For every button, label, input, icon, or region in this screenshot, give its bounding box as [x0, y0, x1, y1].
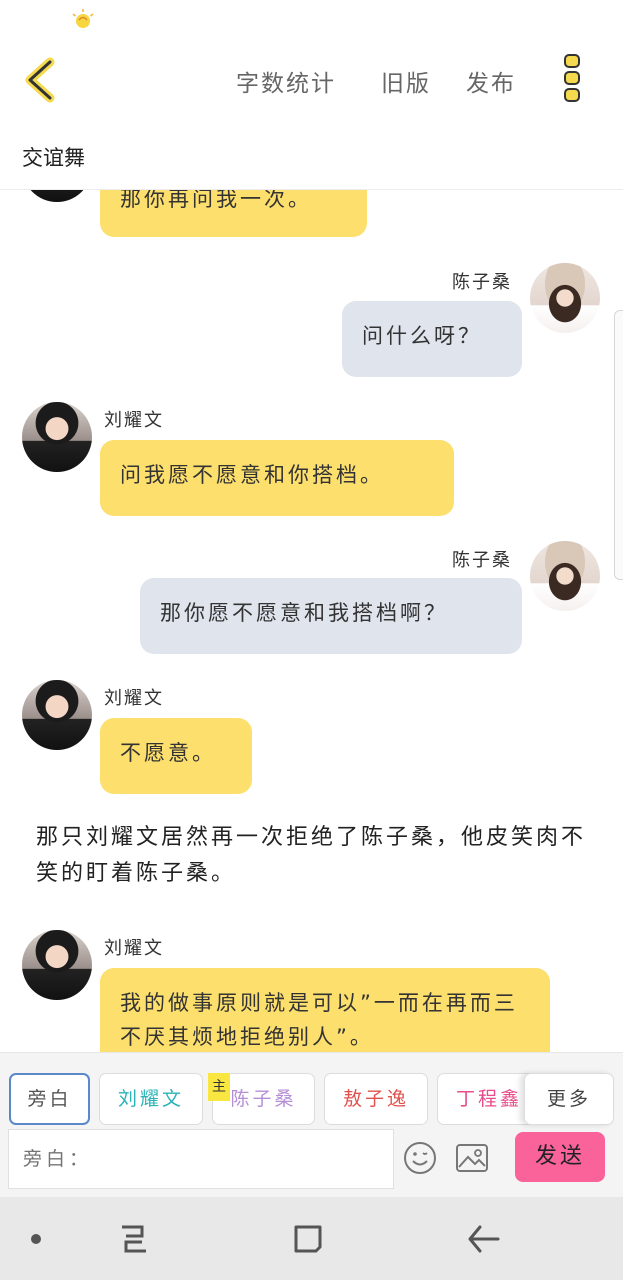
main-role-badge: 主: [208, 1073, 230, 1101]
notification-bulb-icon: [72, 9, 94, 28]
publish-button[interactable]: 发布: [466, 64, 516, 98]
avatar-liu-yaowen[interactable]: [22, 190, 92, 202]
message-bubble[interactable]: 那你再问我一次。: [100, 190, 367, 237]
speaker-name: 陈子桑: [452, 550, 512, 571]
emoji-icon[interactable]: [403, 1141, 437, 1175]
message-bubble[interactable]: 不愿意。: [100, 718, 252, 794]
message-bubble[interactable]: 那你愿不愿意和我搭档啊？: [140, 578, 522, 654]
nav-back-icon[interactable]: [466, 1223, 500, 1255]
system-nav-bar: [0, 1197, 623, 1280]
image-icon[interactable]: [455, 1141, 489, 1175]
word-count-button[interactable]: 字数统计: [236, 64, 336, 98]
role-chip-narrator[interactable]: 旁白: [9, 1073, 90, 1125]
nav-recents-icon[interactable]: [118, 1223, 150, 1255]
send-button[interactable]: 发送: [515, 1132, 605, 1182]
story-title-row: 交谊舞: [0, 120, 623, 190]
scrollbar[interactable]: [614, 310, 623, 580]
chat-area[interactable]: 那你再问我一次。 陈子桑 问什么呀？ 刘耀文 问我愿不愿意和你搭档。 陈子桑 那…: [0, 190, 623, 1052]
speaker-name: 刘耀文: [104, 688, 164, 709]
story-title[interactable]: 交谊舞: [22, 142, 85, 172]
message-bubble[interactable]: 问什么呀？: [342, 301, 522, 377]
old-version-button[interactable]: 旧版: [381, 64, 431, 98]
avatar-liu-yaowen[interactable]: [22, 930, 92, 1000]
message-bubble[interactable]: 我的做事原则就是可以”一而在再而三不厌其烦地拒绝别人”。: [100, 968, 550, 1052]
avatar-liu-yaowen[interactable]: [22, 402, 92, 472]
speaker-name: 陈子桑: [452, 272, 512, 293]
more-roles-button[interactable]: 更多: [524, 1073, 614, 1125]
composer-panel: 旁白 刘耀文 主 陈子桑 敖子逸 丁程鑫 更多 发送: [0, 1052, 623, 1197]
message-input[interactable]: [8, 1129, 394, 1189]
top-bar: 字数统计 旧版 发布: [0, 40, 623, 120]
role-chip-liu-yaowen[interactable]: 刘耀文: [99, 1073, 203, 1125]
message-bubble[interactable]: 问我愿不愿意和你搭档。: [100, 440, 454, 516]
back-arrow-icon[interactable]: [20, 56, 64, 104]
speaker-name: 刘耀文: [104, 410, 164, 431]
narration-text[interactable]: 那只刘耀文居然再一次拒绝了陈子桑，他皮笑肉不笑的盯着陈子桑。: [36, 820, 596, 892]
status-bar: [0, 0, 623, 40]
role-chip-ao-ziyi[interactable]: 敖子逸: [324, 1073, 428, 1125]
avatar-chen-zisang[interactable]: [530, 541, 600, 611]
more-dots-icon[interactable]: [560, 52, 586, 104]
nav-dot-icon[interactable]: [30, 1233, 42, 1245]
avatar-chen-zisang[interactable]: [530, 263, 600, 333]
speaker-name: 刘耀文: [104, 938, 164, 959]
nav-home-icon[interactable]: [292, 1223, 324, 1255]
avatar-liu-yaowen[interactable]: [22, 680, 92, 750]
